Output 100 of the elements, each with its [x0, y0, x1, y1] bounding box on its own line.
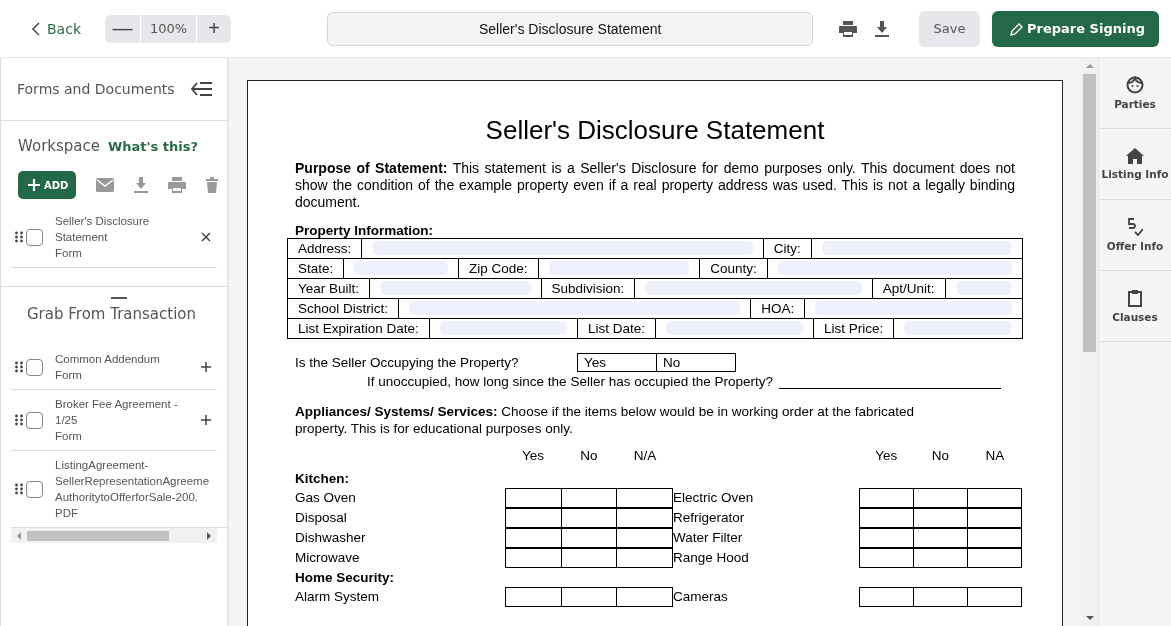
checkbox[interactable]	[26, 358, 43, 376]
back-button[interactable]: Back	[32, 20, 81, 37]
drag-handle-icon[interactable]	[15, 414, 23, 426]
document-type: PDF	[55, 506, 79, 521]
scroll-down-icon[interactable]	[1085, 616, 1094, 620]
item-label: Cameras	[673, 588, 729, 606]
panel-tab[interactable]: Listing Info	[1099, 129, 1171, 200]
field-label: Apt/Unit:	[872, 279, 946, 298]
home-icon	[1126, 148, 1144, 164]
field-label: Year Built:	[288, 279, 371, 298]
checkbox-cell[interactable]	[914, 549, 968, 568]
checkbox-cell[interactable]	[561, 588, 618, 607]
checkbox-cell[interactable]	[860, 509, 914, 528]
checkbox-cell[interactable]	[617, 509, 673, 528]
panel-tab[interactable]: Offer Info	[1099, 200, 1171, 271]
item-label: Electric Oven	[673, 489, 755, 507]
drag-handle-icon[interactable]	[111, 297, 127, 299]
appliances-paragraph: Appliances/ Systems/ Services: Choose if the items below would be in working order at the fabricated property. This is for educational purposes only.	[295, 403, 916, 437]
trash-icon[interactable]	[206, 177, 219, 193]
checkbox[interactable]	[26, 411, 43, 429]
scroll-right-icon[interactable]	[207, 531, 211, 540]
checkbox[interactable]	[26, 480, 43, 498]
prepare-signing-button[interactable]: Prepare Signing	[992, 10, 1159, 47]
horizontal-scrollbar[interactable]	[11, 528, 217, 543]
plus-icon	[28, 179, 40, 191]
checkbox-cell[interactable]	[860, 529, 914, 548]
checkbox-cell[interactable]	[914, 588, 968, 607]
category-heading: Kitchen:	[295, 470, 350, 488]
checkbox-cell[interactable]	[968, 529, 1022, 548]
close-icon[interactable]	[201, 232, 211, 242]
question-text: If unoccupied, how long since the Seller has occupied the Property?	[367, 374, 773, 389]
checkbox-cell[interactable]	[561, 529, 618, 548]
checkbox-cell[interactable]	[968, 509, 1022, 528]
checkbox-cell[interactable]	[506, 529, 562, 548]
face-icon	[1126, 76, 1144, 94]
plus-icon[interactable]	[201, 362, 211, 372]
checkbox-cell[interactable]	[617, 549, 673, 568]
document-name[interactable]: AuthoritytoOfferforSale-200.	[55, 489, 227, 505]
document-name[interactable]: Common Addendum	[55, 351, 190, 367]
drag-handle-icon[interactable]	[15, 483, 23, 495]
collapse-icon[interactable]	[191, 82, 213, 96]
checkbox-cell[interactable]	[561, 509, 618, 528]
field-label: List Date:	[578, 319, 657, 338]
checkbox-cell[interactable]	[860, 489, 914, 508]
column-header: N/A	[632, 447, 658, 464]
item-label: Alarm System	[295, 588, 380, 606]
print-icon[interactable]	[839, 20, 857, 37]
checkbox-cell[interactable]	[968, 549, 1022, 568]
drag-handle-icon[interactable]	[15, 231, 23, 243]
checkbox-cell[interactable]	[914, 489, 968, 508]
checkbox-cell[interactable]	[914, 509, 968, 528]
field-label: City:	[763, 239, 812, 258]
item-label: Microwave	[295, 549, 361, 567]
add-button[interactable]: ADD	[18, 171, 77, 199]
drag-handle-icon[interactable]	[15, 361, 23, 373]
option-cell[interactable]: Yes	[578, 354, 656, 371]
zoom-out-button[interactable]: —	[105, 14, 140, 43]
zoom-in-button[interactable]: +	[196, 14, 232, 43]
checkbox-cell[interactable]	[968, 489, 1022, 508]
category-heading: Home Security:	[295, 569, 396, 587]
help-link[interactable]: What's this?	[108, 139, 199, 154]
save-button[interactable]: Save	[919, 10, 980, 47]
document-type: Form	[55, 246, 83, 261]
checkbox-cell[interactable]	[561, 489, 618, 508]
option-cell[interactable]: No	[656, 354, 735, 371]
plus-icon[interactable]	[201, 415, 211, 425]
checkbox-cell[interactable]	[617, 489, 673, 508]
checkbox-cell[interactable]	[506, 549, 562, 568]
checkbox-cell[interactable]	[968, 588, 1022, 607]
document-title-field[interactable]: Seller's Disclosure Statement	[327, 11, 814, 46]
column-header: No	[579, 447, 599, 464]
checkbox-cell[interactable]	[506, 489, 562, 508]
field-label: School District:	[288, 299, 400, 318]
field-label: County:	[700, 259, 768, 278]
checkbox-cell[interactable]	[617, 588, 673, 607]
checkbox-cell[interactable]	[506, 588, 562, 607]
item-label: Range Hood	[673, 549, 750, 567]
item-label: Water Filter	[673, 529, 744, 547]
chevron-left-icon	[32, 21, 40, 36]
panel-tab[interactable]: Parties	[1099, 58, 1171, 129]
document-name[interactable]: SellerRepresentationAgreeme	[55, 473, 227, 489]
field-label: Zip Code:	[459, 259, 539, 278]
pencil-icon	[1010, 21, 1024, 36]
checkbox-cell[interactable]	[506, 509, 562, 528]
document-name[interactable]: Broker Fee Agreement - 1/25	[55, 396, 190, 428]
panel-title: Forms and Documents	[17, 81, 175, 97]
checkbox-cell[interactable]	[860, 588, 914, 607]
vertical-scrollbar[interactable]	[1081, 58, 1098, 626]
checkbox-cell[interactable]	[561, 549, 618, 568]
panel-tab[interactable]: Clauses	[1099, 271, 1171, 342]
field-label: Subdivision:	[541, 279, 636, 298]
checkbox-cell[interactable]	[914, 529, 968, 548]
checkbox-cell[interactable]	[860, 549, 914, 568]
document-name[interactable]: Seller's Disclosure Statement	[55, 213, 165, 245]
column-header: Yes	[521, 447, 545, 464]
checkbox[interactable]	[26, 228, 43, 246]
checkbox-cell[interactable]	[617, 529, 673, 548]
mail-icon[interactable]	[96, 178, 115, 192]
download-icon[interactable]	[875, 20, 889, 37]
document-name[interactable]: ListingAgreement-	[55, 457, 190, 473]
